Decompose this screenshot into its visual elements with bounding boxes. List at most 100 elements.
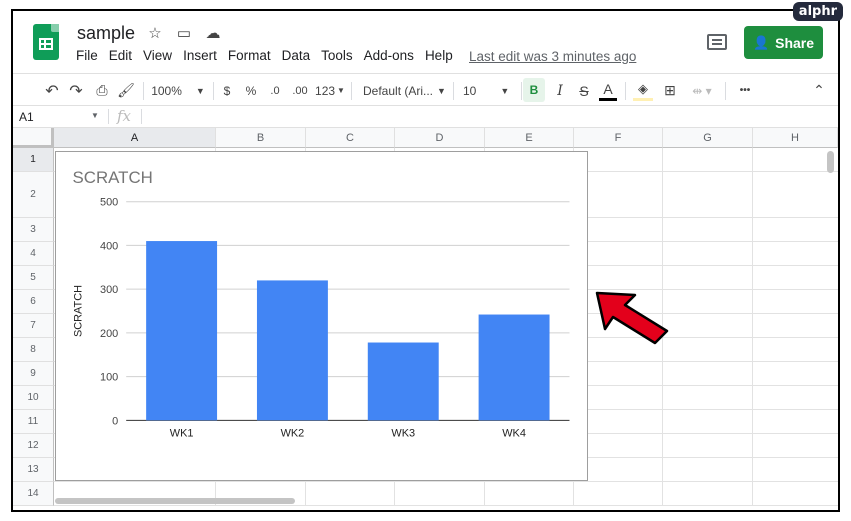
menu-view[interactable]: View xyxy=(143,48,172,63)
horizontal-scroll-thumb[interactable] xyxy=(55,498,295,504)
cloud-status-icon[interactable]: ☁ xyxy=(204,24,222,42)
y-tick-label: 500 xyxy=(100,197,118,209)
paint-format-icon[interactable]: 🖌 xyxy=(117,74,135,107)
row-header-7[interactable]: 7 xyxy=(13,314,54,338)
document-title[interactable]: sample xyxy=(77,23,135,44)
row-header-11[interactable]: 11 xyxy=(13,410,54,434)
row-header-14[interactable]: 14 xyxy=(13,482,54,506)
menu-insert[interactable]: Insert xyxy=(183,48,217,63)
strikethrough-button[interactable]: S xyxy=(575,74,593,107)
x-tick-label: WK1 xyxy=(170,427,194,439)
title-icons: ☆ ▭ ☁ xyxy=(146,24,222,42)
row-header-10[interactable]: 10 xyxy=(13,386,54,410)
row-header-4[interactable]: 4 xyxy=(13,242,54,266)
redo-icon[interactable]: ↷ xyxy=(67,74,85,107)
formula-input[interactable] xyxy=(143,106,833,127)
y-tick-label: 400 xyxy=(100,240,118,252)
undo-icon[interactable]: ↶ xyxy=(43,74,61,107)
row-header-5[interactable]: 5 xyxy=(13,266,54,290)
column-header-a[interactable]: A xyxy=(54,128,216,148)
row-header-3[interactable]: 3 xyxy=(13,218,54,242)
column-header-b[interactable]: B xyxy=(216,128,306,148)
last-edit-link[interactable]: Last edit was 3 minutes ago xyxy=(469,49,636,64)
currency-button[interactable]: $ xyxy=(219,74,235,107)
y-tick-label: 300 xyxy=(100,284,118,296)
select-all-corner[interactable] xyxy=(13,128,54,148)
more-formats-label: 123 xyxy=(315,83,336,98)
italic-button[interactable]: I xyxy=(551,74,569,107)
vertical-scrollbar[interactable] xyxy=(826,150,836,492)
bar-wk1 xyxy=(146,241,218,421)
menu-format[interactable]: Format xyxy=(228,48,271,63)
column-header-e[interactable]: E xyxy=(485,128,574,148)
font-family-select[interactable]: Default (Ari... ▼ xyxy=(363,74,447,107)
bar-wk3 xyxy=(367,342,439,421)
red-arrow-annotation xyxy=(595,291,669,345)
header: sample ☆ ▭ ☁ File Edit View Insert Forma… xyxy=(13,11,838,73)
comment-history-icon[interactable] xyxy=(707,34,727,50)
column-header-f[interactable]: F xyxy=(574,128,663,148)
increase-decimal-button[interactable]: .00 xyxy=(289,74,311,107)
bold-button[interactable]: B xyxy=(523,78,545,102)
y-tick-label: 0 xyxy=(112,415,118,427)
star-icon[interactable]: ☆ xyxy=(146,24,164,42)
embedded-chart[interactable]: SCRATCH 0 100 200 300 400 500 SCRATCH WK1 WK2 WK3 W… xyxy=(55,151,588,481)
menu-addons[interactable]: Add-ons xyxy=(364,48,414,63)
zoom-select[interactable]: 100% ▼ xyxy=(151,74,205,107)
row-header-6[interactable]: 6 xyxy=(13,290,54,314)
toolbar: ↶ ↷ ⎙ 🖌 100% ▼ $ % .0 .00 123 ▼ Default … xyxy=(13,73,838,106)
menu-tools[interactable]: Tools xyxy=(321,48,353,63)
row-header-2[interactable]: 2 xyxy=(13,172,54,218)
column-header-d[interactable]: D xyxy=(395,128,485,148)
formula-bar: A1 ▼ fx xyxy=(13,106,838,128)
person-add-icon: 👤 xyxy=(752,34,770,50)
row-header-12[interactable]: 12 xyxy=(13,434,54,458)
bar-wk2 xyxy=(256,280,328,421)
menu-file[interactable]: File xyxy=(76,48,98,63)
zoom-value: 100% xyxy=(151,83,182,98)
row-gridline xyxy=(54,481,838,482)
menu-bar: File Edit View Insert Format Data Tools … xyxy=(76,48,464,63)
x-tick-label: WK4 xyxy=(502,427,526,439)
name-box[interactable]: A1 ▼ xyxy=(19,110,101,124)
bar-wk4 xyxy=(478,314,550,421)
alphr-badge: alphr xyxy=(792,2,843,21)
share-button[interactable]: 👤 Share xyxy=(744,26,823,59)
chevron-down-icon: ▼ xyxy=(91,111,99,120)
more-formats-select[interactable]: 123 ▼ xyxy=(315,74,345,107)
column-header-c[interactable]: C xyxy=(306,128,395,148)
menu-edit[interactable]: Edit xyxy=(109,48,132,63)
move-folder-icon[interactable]: ▭ xyxy=(175,24,193,42)
vertical-scroll-thumb[interactable] xyxy=(827,151,834,173)
chart-title: SCRATCH xyxy=(73,168,153,187)
row-header-8[interactable]: 8 xyxy=(13,338,54,362)
share-label: Share xyxy=(775,34,815,51)
column-header-g[interactable]: G xyxy=(663,128,753,148)
merge-cells-icon[interactable]: ⇹ ▾ xyxy=(687,74,717,107)
column-gridline xyxy=(752,148,753,506)
print-icon[interactable]: ⎙ xyxy=(93,74,111,107)
more-options-button[interactable]: ••• xyxy=(733,74,757,107)
row-header-13[interactable]: 13 xyxy=(13,458,54,482)
menu-data[interactable]: Data xyxy=(282,48,311,63)
y-axis-label: SCRATCH xyxy=(72,285,84,337)
font-family-value: Default (Ari... xyxy=(363,83,434,98)
row-header-1[interactable]: 1 xyxy=(13,148,54,172)
chevron-down-icon: ▼ xyxy=(437,85,446,96)
font-size-select[interactable]: 10 ▼ xyxy=(463,74,517,107)
sheets-logo-icon[interactable] xyxy=(33,24,59,60)
x-tick-label: WK3 xyxy=(391,427,415,439)
cell-reference: A1 xyxy=(19,110,34,124)
row-header-9[interactable]: 9 xyxy=(13,362,54,386)
fx-icon: fx xyxy=(117,107,132,125)
menu-help[interactable]: Help xyxy=(425,48,453,63)
chevron-down-icon: ▼ xyxy=(500,85,510,96)
fill-color-icon[interactable]: ◈ xyxy=(633,79,653,101)
chevron-down-icon: ▼ xyxy=(195,85,205,96)
column-header-h[interactable]: H xyxy=(753,128,838,148)
collapse-toolbar-icon[interactable]: ⌃ xyxy=(809,74,829,107)
percent-button[interactable]: % xyxy=(243,74,259,107)
decrease-decimal-button[interactable]: .0 xyxy=(265,74,285,107)
borders-icon[interactable]: ⊞ xyxy=(661,74,679,107)
text-color-button[interactable]: A xyxy=(599,79,617,101)
